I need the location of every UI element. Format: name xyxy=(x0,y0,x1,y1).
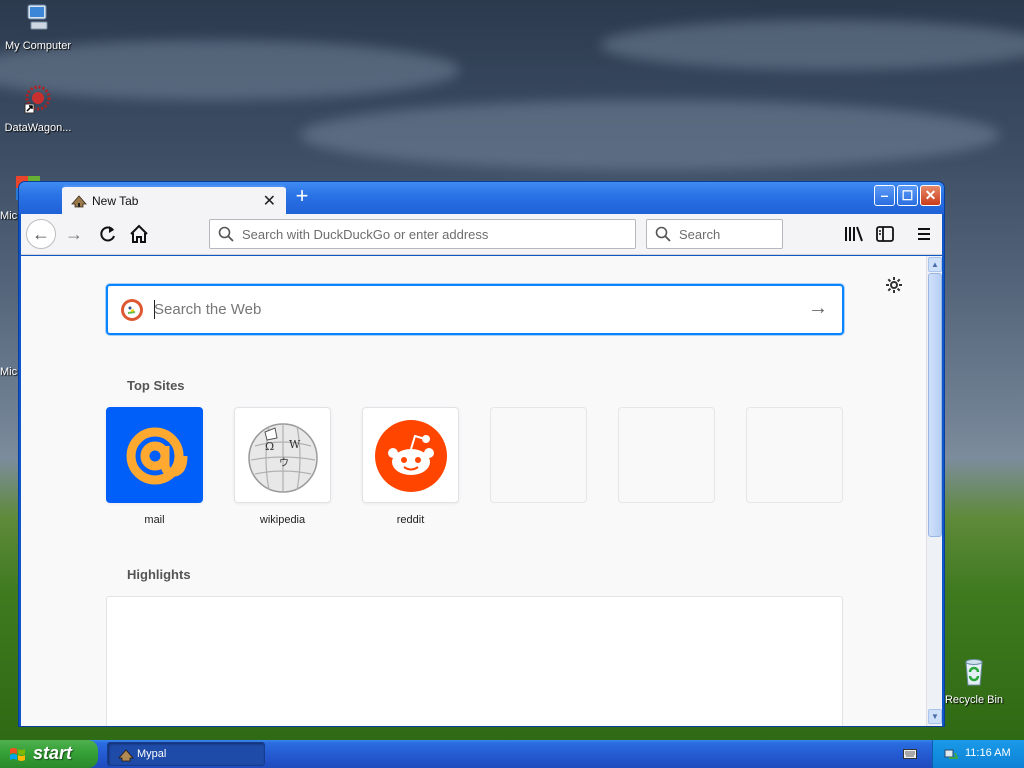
tab-close-icon[interactable]: ✕ xyxy=(263,191,276,211)
top-site-label: mail xyxy=(144,514,165,526)
empty-tile[interactable] xyxy=(746,407,843,503)
top-site-label: reddit xyxy=(396,514,425,526)
start-button[interactable]: start xyxy=(0,740,98,768)
new-tab-page: Search the Web → Top Sites mail Ω W ウ wi… xyxy=(21,256,926,726)
top-sites-title: Top Sites xyxy=(127,378,185,393)
system-tray: 11:16 AM xyxy=(932,740,1024,768)
navigation-toolbar: ← → Search with DuckDuckGo or enter addr… xyxy=(21,214,942,255)
forward-button[interactable]: → xyxy=(59,219,89,249)
keyboard-icon[interactable] xyxy=(903,747,917,760)
search-icon xyxy=(655,226,671,242)
wikipedia-icon: Ω W ウ xyxy=(248,423,318,493)
close-button[interactable]: ✕ xyxy=(920,185,941,206)
top-site-reddit[interactable]: reddit xyxy=(362,407,459,526)
web-search-input[interactable]: Search the Web → xyxy=(106,284,844,335)
svg-text:Ω: Ω xyxy=(265,440,274,453)
desktop-icon-label: My Computer xyxy=(4,40,72,52)
top-site-empty[interactable] xyxy=(490,407,587,514)
empty-tile[interactable] xyxy=(490,407,587,503)
desktop-icon-recycle-bin[interactable]: Recycle Bin xyxy=(936,656,1012,706)
reddit-icon xyxy=(375,420,447,492)
library-icon[interactable] xyxy=(843,223,865,245)
top-site-wikipedia[interactable]: Ω W ウ wikipedia xyxy=(234,407,331,526)
datawagon-icon xyxy=(24,85,51,114)
search-go-arrow-icon[interactable]: → xyxy=(808,297,828,320)
tab-title: New Tab xyxy=(92,194,139,208)
recycle-bin-icon xyxy=(965,659,983,686)
taskbar-item-label: Mypal xyxy=(137,748,167,760)
wikipedia-tile[interactable]: Ω W ウ xyxy=(234,407,331,503)
computer-icon xyxy=(27,4,48,30)
maximize-button[interactable]: ☐ xyxy=(897,185,918,206)
browser-window: New Tab ✕ + – ☐ ✕ ← → Search with DuckDu… xyxy=(18,181,945,727)
address-placeholder: Search with DuckDuckGo or enter address xyxy=(242,227,489,242)
search-placeholder: Search xyxy=(679,227,721,242)
svg-text:W: W xyxy=(289,438,301,451)
search-icon xyxy=(218,226,234,242)
network-icon[interactable] xyxy=(943,746,959,762)
top-site-empty[interactable] xyxy=(618,407,715,514)
top-site-empty[interactable] xyxy=(746,407,843,514)
mail-tile[interactable] xyxy=(106,407,203,503)
tab-favicon-icon xyxy=(71,195,87,208)
duckduckgo-icon xyxy=(121,299,143,321)
empty-tile[interactable] xyxy=(618,407,715,503)
scrollbar-thumb[interactable] xyxy=(928,273,942,537)
desktop-icon-datawagon[interactable]: DataWagon... xyxy=(0,84,76,134)
mail-icon xyxy=(126,427,188,485)
new-tab-button[interactable]: + xyxy=(291,185,313,209)
highlights-title: Highlights xyxy=(127,567,191,582)
desktop-icon-label: Recycle Bin xyxy=(944,694,1004,706)
tab-new-tab[interactable]: New Tab ✕ xyxy=(62,185,286,215)
top-site-mail[interactable]: mail xyxy=(106,407,203,526)
scroll-down-arrow-icon[interactable]: ▼ xyxy=(928,709,942,724)
web-search-placeholder: Search the Web xyxy=(154,301,262,318)
desktop-icon-label: DataWagon... xyxy=(4,122,72,134)
cloud xyxy=(600,20,1024,70)
scroll-up-arrow-icon[interactable]: ▲ xyxy=(928,257,942,272)
clock[interactable]: 11:16 AM xyxy=(965,747,1011,759)
home-icon[interactable] xyxy=(128,223,150,245)
back-button[interactable]: ← xyxy=(26,219,56,249)
search-bar[interactable]: Search xyxy=(646,219,783,249)
gear-icon[interactable] xyxy=(885,276,903,294)
taskbar: start Mypal 11:16 AM xyxy=(0,740,1024,768)
reload-icon[interactable] xyxy=(97,223,119,245)
title-bar[interactable]: New Tab ✕ + – ☐ ✕ xyxy=(19,182,944,215)
highlights-panel xyxy=(106,596,843,726)
reddit-tile[interactable] xyxy=(362,407,459,503)
menu-icon[interactable] xyxy=(913,223,935,245)
desktop-icon-my-computer[interactable]: My Computer xyxy=(0,2,76,52)
sidebar-icon[interactable] xyxy=(874,223,896,245)
svg-text:ウ: ウ xyxy=(279,457,289,469)
address-bar[interactable]: Search with DuckDuckGo or enter address xyxy=(209,219,636,249)
windows-flag-icon xyxy=(10,748,25,761)
minimize-button[interactable]: – xyxy=(874,185,895,206)
top-site-label: wikipedia xyxy=(259,514,306,526)
taskbar-item-mypal[interactable]: Mypal xyxy=(107,742,265,766)
start-label: start xyxy=(33,743,73,763)
cloud xyxy=(300,100,1000,170)
mypal-icon xyxy=(118,749,134,762)
vertical-scrollbar[interactable]: ▲ ▼ xyxy=(926,256,942,726)
